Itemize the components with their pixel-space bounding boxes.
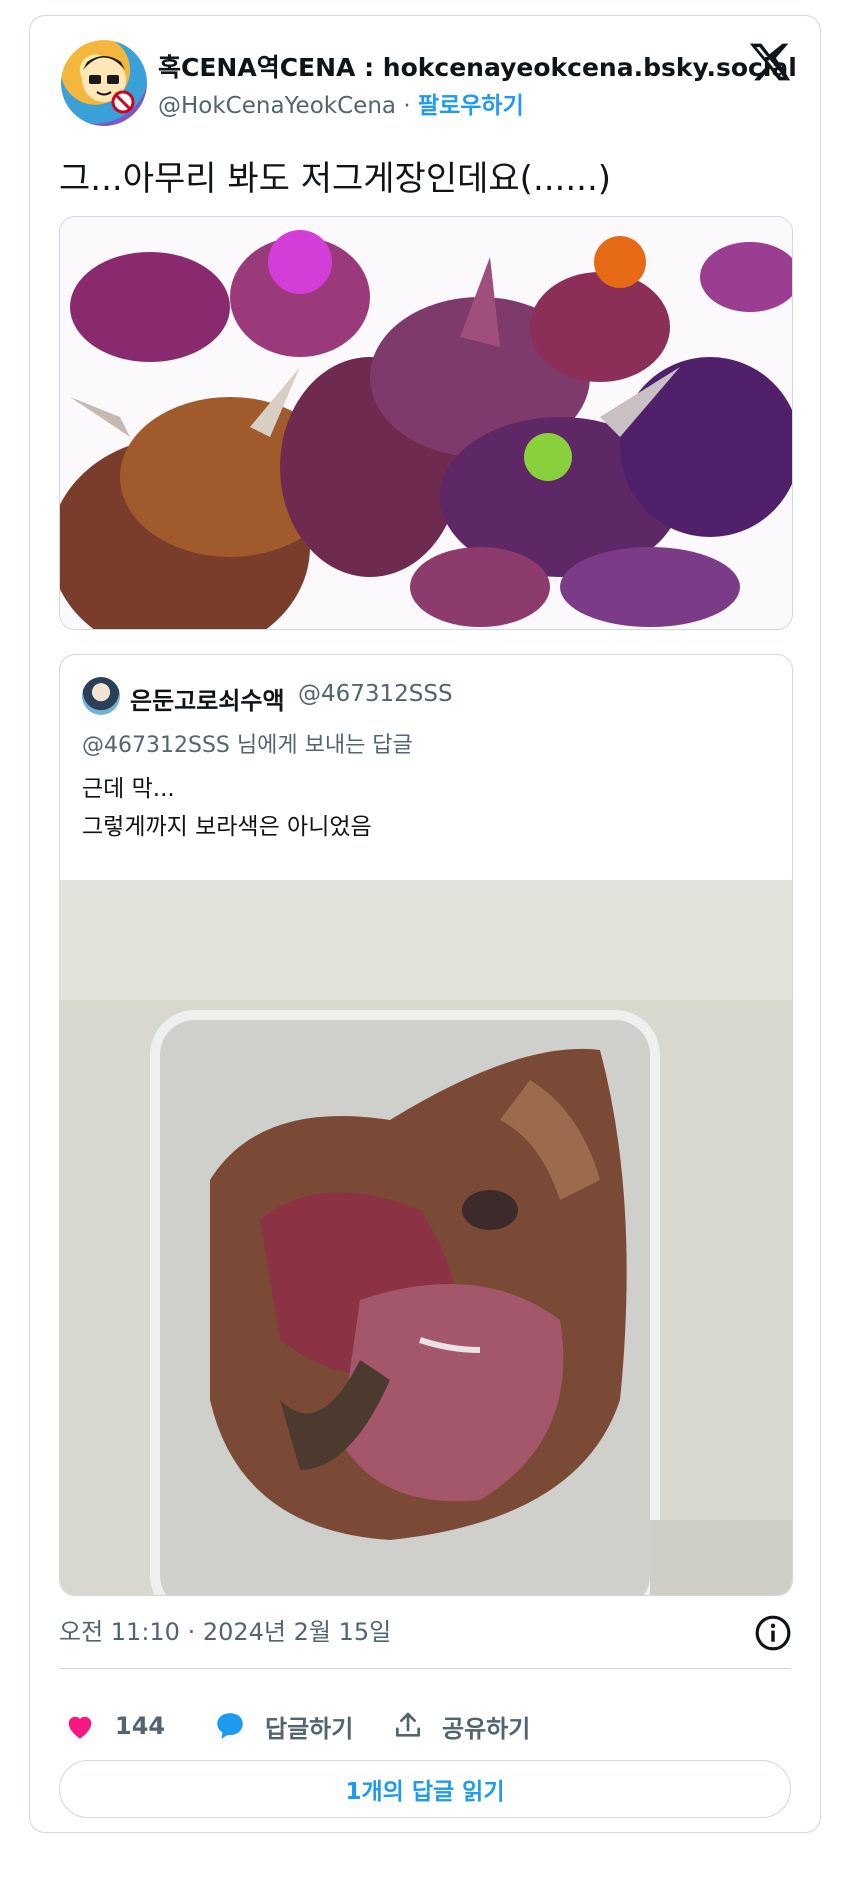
tweet-card: 혹CENA역CENA : hokcenayeokcena.bsky.social… (29, 15, 821, 1833)
quote-reply-context: @467312SSS 님에게 보내는 답글 (82, 733, 413, 758)
quote-author-handle[interactable]: @467312SSS (298, 681, 453, 707)
read-replies-button[interactable]: 1개의 답글 읽기 (59, 1760, 791, 1818)
tweet-text: 그...아무리 봐도 저그게장인데요(......) (59, 159, 612, 199)
avatar-cartoon-icon (82, 56, 135, 114)
quote-text-line: 그렇게까지 보라색은 아니었음 (82, 814, 372, 840)
like-button[interactable]: 144 (63, 1706, 165, 1746)
speech-bubble-icon (217, 1713, 243, 1739)
reply-button[interactable]: 답글하기 (213, 1706, 353, 1746)
quoted-tweet[interactable]: 은둔고로쇠수액 @467312SSS @467312SSS 님에게 보내는 답글… (59, 654, 793, 1596)
author-name[interactable]: 혹CENA역CENA : hokcenayeokcena.bsky.social (158, 48, 797, 84)
quote-author-avatar[interactable] (82, 677, 120, 715)
share-label: 공유하기 (442, 1714, 531, 1743)
author-avatar[interactable] (61, 40, 147, 126)
share-button[interactable]: 공유하기 (392, 1706, 530, 1746)
separator-dot: · (403, 93, 411, 119)
quote-image-crab-container[interactable] (60, 880, 792, 1595)
reply-label: 답글하기 (265, 1714, 354, 1743)
crab-photo-image (60, 880, 792, 1595)
author-handle[interactable]: @HokCenaYeokCena (158, 93, 396, 119)
heart-icon (68, 1716, 92, 1739)
info-icon[interactable] (754, 1614, 792, 1652)
quote-author-name[interactable]: 은둔고로쇠수액 (130, 681, 285, 716)
x-logo-icon[interactable] (748, 40, 792, 84)
zerg-artwork-image (60, 217, 792, 629)
divider (59, 1668, 791, 1669)
tweet-timestamp[interactable]: 오전 11:10 · 2024년 2월 15일 (59, 1612, 391, 1647)
like-count: 144 (115, 1712, 166, 1740)
follow-button[interactable]: 팔로우하기 (418, 93, 524, 119)
author-handle-row: @HokCenaYeokCena · 팔로우하기 (158, 86, 524, 120)
share-upload-icon (396, 1712, 420, 1737)
tweet-image-zerg-artwork[interactable] (59, 216, 793, 630)
quote-text-line: 근데 막... (82, 776, 175, 802)
